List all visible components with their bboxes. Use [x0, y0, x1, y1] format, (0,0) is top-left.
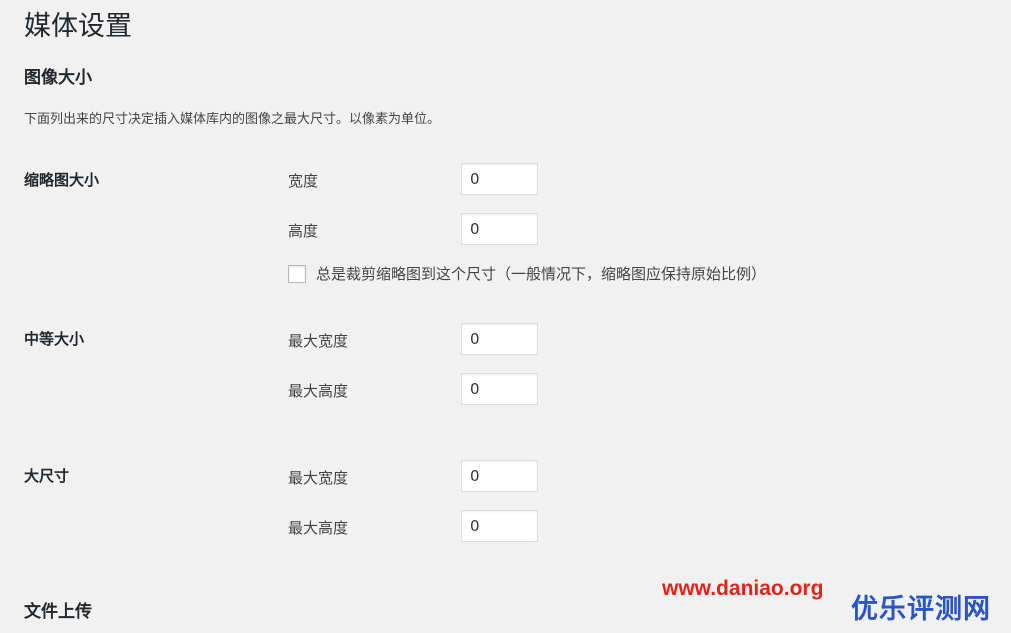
- page-title: 媒体设置: [24, 11, 132, 42]
- large-max-height-input[interactable]: [461, 510, 538, 542]
- image-sizes-description: 下面列出来的尺寸决定插入媒体库内的图像之最大尺寸。以像素为单位。: [24, 112, 441, 127]
- section-title-uploads: 文件上传: [24, 602, 92, 622]
- medium-max-width-label: 最大宽度: [288, 332, 349, 350]
- watermark-brand: 优乐评测网: [851, 594, 991, 625]
- thumbnail-width-input[interactable]: [461, 163, 538, 195]
- thumbnail-width-label: 宽度: [288, 172, 319, 190]
- large-size-label: 大尺寸: [24, 467, 70, 485]
- thumbnail-crop-row[interactable]: 总是裁剪缩略图到这个尺寸（一般情况下，缩略图应保持原始比例）: [288, 263, 766, 284]
- large-max-width-label: 最大宽度: [288, 469, 349, 487]
- thumbnail-crop-checkbox[interactable]: [288, 264, 306, 283]
- medium-max-height-label: 最大高度: [288, 382, 349, 400]
- thumbnail-crop-label[interactable]: 总是裁剪缩略图到这个尺寸（一般情况下，缩略图应保持原始比例）: [316, 263, 766, 284]
- watermark-url: www.daniao.org: [662, 577, 824, 600]
- section-title-image-sizes: 图像大小: [24, 68, 92, 88]
- medium-size-label: 中等大小: [24, 330, 85, 348]
- medium-max-width-input[interactable]: [461, 323, 538, 355]
- medium-max-height-input[interactable]: [461, 373, 538, 405]
- large-max-width-input[interactable]: [461, 460, 538, 492]
- thumbnail-height-label: 高度: [288, 222, 319, 240]
- large-max-height-label: 最大高度: [288, 519, 349, 537]
- thumbnail-size-label: 缩略图大小: [24, 171, 100, 189]
- thumbnail-height-input[interactable]: [461, 213, 538, 245]
